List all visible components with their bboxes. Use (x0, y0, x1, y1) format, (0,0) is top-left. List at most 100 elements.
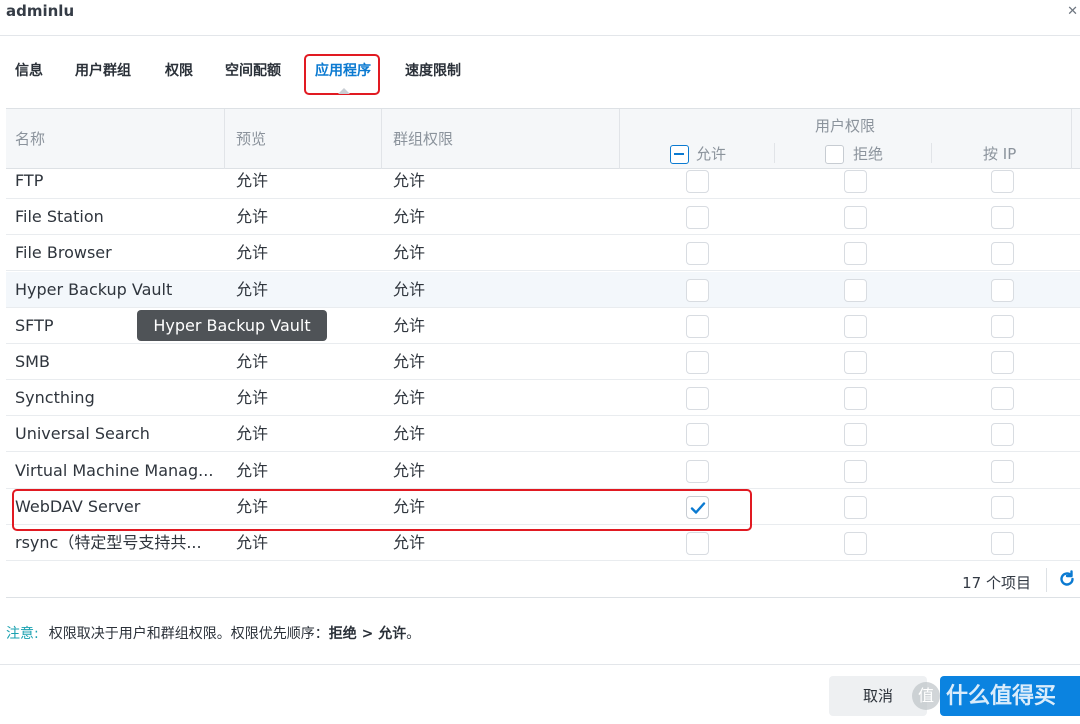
allow-checkbox[interactable] (686, 278, 709, 302)
table-row[interactable]: File Station 允许 允许 (6, 199, 1080, 236)
footer-separator (1046, 568, 1047, 592)
by-ip-checkbox[interactable] (991, 206, 1014, 230)
app-name-cell: File Station (15, 207, 104, 227)
watermark-text: 什么值得买 (946, 684, 1057, 709)
group-permission-cell: 允许 (393, 207, 426, 227)
allow-checkbox[interactable] (686, 351, 709, 374)
table-row[interactable]: Universal Search 允许 允许 (6, 416, 1080, 453)
deny-checkbox[interactable] (844, 170, 867, 193)
by-ip-checkbox[interactable] (991, 170, 1014, 193)
deny-checkbox[interactable] (844, 423, 867, 447)
column-separator (931, 143, 932, 163)
note-allow: 允许 (378, 626, 407, 642)
table-row[interactable]: Hyper Backup Vault 允许 允许 (6, 271, 1080, 308)
group-permission-cell: 允许 (393, 388, 426, 408)
by-ip-checkbox[interactable] (991, 495, 1014, 519)
column-separator (381, 109, 382, 169)
deny-checkbox[interactable] (844, 495, 867, 519)
column-header-user-permission: 用户权限 (814, 117, 875, 135)
by-ip-checkbox[interactable] (991, 278, 1014, 302)
group-permission-cell: 允许 (393, 352, 426, 371)
column-header-preview[interactable]: 预览 (227, 109, 382, 169)
by-ip-checkbox[interactable] (991, 387, 1014, 411)
deny-checkbox[interactable] (844, 278, 867, 302)
refresh-icon[interactable] (1058, 570, 1076, 592)
footer-divider (0, 664, 1080, 665)
by-ip-checkbox[interactable] (991, 459, 1014, 483)
column-header-by-ip: 按 IP (983, 145, 1017, 163)
app-name-cell: Syncthing (15, 388, 95, 408)
allow-checkbox[interactable] (686, 242, 709, 266)
allow-all-checkbox[interactable] (670, 145, 689, 164)
row-highlight-box (12, 489, 752, 531)
note-label: 注意: (6, 626, 39, 642)
app-name-cell: File Browser (15, 243, 112, 263)
preview-cell: 允许 (236, 279, 269, 299)
note-end: 。 (406, 626, 421, 642)
by-ip-checkbox[interactable] (991, 314, 1014, 338)
note-deny: 拒绝 (328, 626, 357, 642)
allow-checkbox[interactable] (686, 387, 709, 411)
tab-user-groups[interactable]: 用户群组 (75, 60, 131, 80)
allow-checkbox[interactable] (686, 532, 709, 555)
deny-all-checkbox[interactable] (825, 145, 844, 164)
deny-checkbox[interactable] (844, 387, 867, 411)
app-name-cell: SMB (15, 352, 50, 371)
app-name-cell: Universal Search (15, 424, 150, 444)
note-arrow: > (356, 626, 379, 642)
by-ip-checkbox[interactable] (991, 532, 1014, 555)
active-tab-caret (338, 88, 350, 94)
preview-cell: 允许 (236, 243, 269, 263)
column-separator (224, 109, 225, 169)
tooltip: Hyper Backup Vault (137, 310, 327, 341)
deny-checkbox[interactable] (844, 242, 867, 266)
column-header-name[interactable]: 名称 (6, 109, 224, 169)
table-row[interactable]: Virtual Machine Manag... 允许 允许 (6, 453, 1080, 489)
deny-checkbox[interactable] (844, 351, 867, 374)
item-count: 17 个项目 (962, 574, 1031, 592)
preview-cell: 允许 (236, 460, 269, 480)
deny-checkbox[interactable] (844, 459, 867, 483)
tab-bar: 信息 用户群组 权限 空间配额 应用程序 速度限制 (0, 50, 1080, 96)
preview-cell: 允许 (236, 388, 269, 408)
deny-checkbox[interactable] (844, 532, 867, 555)
group-permission-cell: 允许 (393, 315, 426, 335)
window-title: adminlu (6, 2, 75, 20)
note-text: 权限取决于用户和群组权限。权限优先顺序： (48, 626, 329, 642)
table-row[interactable]: SMB 允许 允许 (6, 344, 1080, 380)
table-row[interactable]: Syncthing 允许 允许 (6, 380, 1080, 417)
tab-speed-limit[interactable]: 速度限制 (405, 60, 461, 80)
allow-checkbox[interactable] (686, 206, 709, 230)
group-permission-cell: 允许 (393, 424, 426, 444)
allow-checkbox[interactable] (686, 423, 709, 447)
allow-checkbox[interactable] (686, 459, 709, 483)
group-permission-cell: 允许 (393, 243, 426, 263)
group-permission-cell: 允许 (393, 460, 426, 480)
tab-quota[interactable]: 空间配额 (225, 60, 281, 80)
preview-cell: 允许 (236, 424, 269, 444)
allow-checkbox[interactable] (686, 170, 709, 193)
table-row[interactable]: FTP 允许 允许 (6, 163, 1080, 199)
app-name-cell: Virtual Machine Manag... (15, 460, 214, 480)
deny-checkbox[interactable] (844, 314, 867, 338)
tab-info[interactable]: 信息 (15, 60, 43, 80)
preview-cell: 允许 (236, 171, 269, 190)
column-header-deny: 拒绝 (853, 145, 884, 163)
deny-checkbox[interactable] (844, 206, 867, 230)
app-name-cell: FTP (15, 171, 44, 190)
by-ip-checkbox[interactable] (991, 351, 1014, 374)
by-ip-checkbox[interactable] (991, 423, 1014, 447)
column-header-group-permission[interactable]: 群组权限 (384, 109, 616, 169)
table-row[interactable]: File Browser 允许 允许 (6, 235, 1080, 272)
title-bar: adminlu ✕ (0, 0, 1080, 36)
close-icon[interactable]: ✕ (1067, 4, 1078, 19)
watermark-logo-icon: 值 (912, 682, 940, 710)
grid-header: 名称 预览 群组权限 用户权限 允许 拒绝 按 IP (6, 109, 1080, 169)
tab-permissions[interactable]: 权限 (165, 60, 193, 80)
preview-cell: 允许 (236, 352, 269, 371)
column-header-allow: 允许 (696, 145, 727, 163)
by-ip-checkbox[interactable] (991, 242, 1014, 266)
group-permission-cell: 允许 (393, 279, 426, 299)
preview-cell: 允许 (236, 207, 269, 227)
allow-checkbox[interactable] (686, 314, 709, 338)
